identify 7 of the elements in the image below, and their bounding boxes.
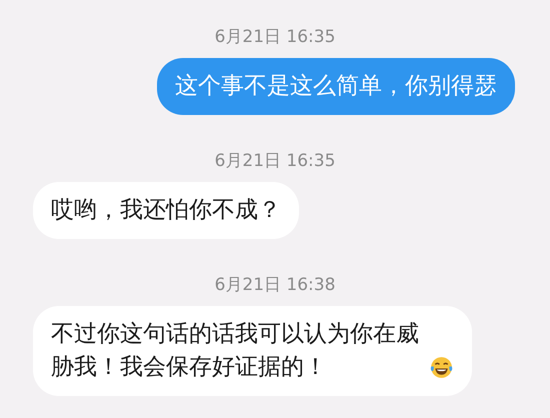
message-timestamp: 6月21日 16:38	[214, 274, 336, 297]
laughing-face-icon	[429, 355, 454, 380]
message-text: 哎哟，我还怕你不成？	[51, 196, 281, 225]
message-text: 这个事不是这么简单，你别得瑟	[175, 72, 497, 101]
message-timestamp: 6月21日 16:35	[214, 26, 336, 49]
message-timestamp: 6月21日 16:35	[214, 150, 336, 173]
message-text: 不过你这句话的话我可以认为你在威胁我！我会保存好证据的！	[51, 320, 420, 382]
